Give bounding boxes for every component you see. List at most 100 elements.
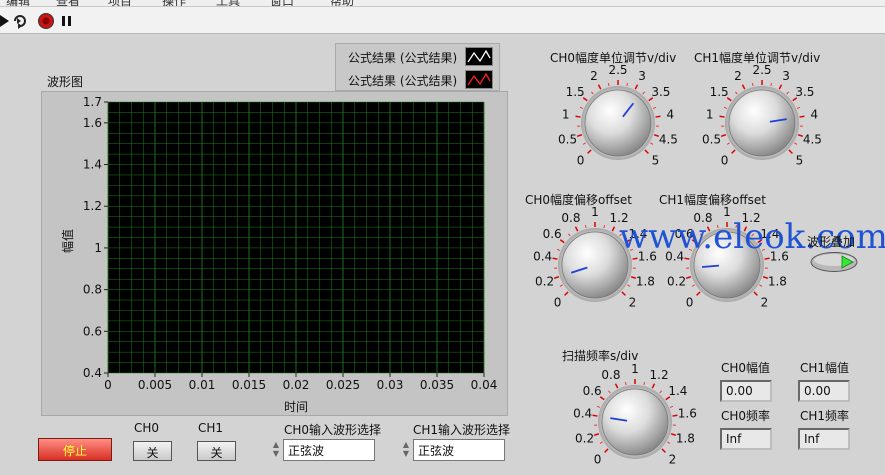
merge-toggle-button[interactable] <box>809 251 859 273</box>
knob-tick-mark <box>574 226 579 232</box>
knob-tick-label: 3.5 <box>795 85 814 99</box>
ch0-wave-select[interactable]: 正弦波 <box>283 439 375 461</box>
knob-tick-mark <box>786 91 790 95</box>
knob-tick-mark <box>593 433 600 437</box>
knob-tick-mark <box>719 115 725 118</box>
ch1-wave-select[interactable]: 正弦波 <box>413 439 505 461</box>
ch1-frequency-label: CH1频率 <box>800 409 850 423</box>
run-continuous-icon[interactable] <box>11 12 29 30</box>
knob-tick-label: 4 <box>811 108 819 122</box>
knob-tick-mark <box>604 448 609 453</box>
ch1-wave-spinner-icon[interactable]: ▲ ▼ <box>401 440 411 458</box>
knob-tick-label: 0 <box>554 295 562 309</box>
menu-item-help[interactable]: 帮助 <box>330 0 354 6</box>
knob-tick-mark <box>597 84 602 90</box>
ch1-switch-label: CH1 <box>198 421 224 435</box>
knob-tick-mark <box>794 142 798 145</box>
ch0-toggle-button[interactable]: 关 <box>133 441 172 461</box>
knob-tick-mark <box>587 149 592 154</box>
knob-tick-label: 2 <box>590 69 598 83</box>
knob-tick-mark <box>652 106 657 109</box>
knob-tick-mark <box>644 149 649 154</box>
ch1-toggle-button[interactable]: 关 <box>197 441 236 461</box>
menu-item-operate[interactable]: 操作 <box>162 0 186 6</box>
ch1-frequency-indicator: Inf <box>798 428 850 450</box>
knob-tick-mark <box>684 257 690 260</box>
knob-tick-label: 0.4 <box>573 407 592 421</box>
knob-tick-mark <box>667 441 671 444</box>
stop-button[interactable]: 停止 <box>38 438 112 461</box>
knob-tick-mark <box>741 84 746 90</box>
menu-item-window[interactable]: 窗口 <box>270 0 294 6</box>
ch0-wave-spinner-icon[interactable]: ▲ ▼ <box>271 440 281 458</box>
waveform-plot[interactable]: 0 0.005 0.01 0.015 0.02 0.025 0.03 0.035 0.04 1.… <box>41 91 508 416</box>
abort-icon[interactable] <box>37 12 55 30</box>
menu-item-project[interactable]: 项目 <box>108 0 132 6</box>
x-tick-label: 0.015 <box>232 378 266 392</box>
knob-tick-mark <box>553 276 560 280</box>
knob-body <box>584 89 652 157</box>
knob-tick-label: 0.6 <box>583 384 602 398</box>
knob-tick-mark <box>632 257 638 260</box>
y-tick-label: 0.8 <box>83 283 102 297</box>
knob-tick-mark <box>627 284 631 287</box>
x-tick-label: 0.025 <box>326 378 360 392</box>
x-tick-label: 0.04 <box>471 378 498 392</box>
y-tick-label: 1.6 <box>83 116 102 130</box>
knob-tick-mark <box>770 83 773 87</box>
knob-tick-label: 2 <box>761 295 769 309</box>
knob-tick-mark <box>691 284 695 287</box>
knob-tick-mark <box>624 382 627 386</box>
knob-tick-mark <box>596 405 601 408</box>
knob-tick-label: 5 <box>796 153 804 167</box>
knob-tick-mark <box>559 284 563 287</box>
knob-tick-label: 3.5 <box>651 85 670 99</box>
knob-tick-mark <box>659 390 663 394</box>
y-axis-ticks: 1.7 1.6 1.4 1.2 1 0.8 0.6 0.4 <box>83 95 108 380</box>
toolbar <box>0 7 885 34</box>
knob-tick-mark <box>582 142 586 145</box>
knob-tick-label: 0.5 <box>702 132 721 146</box>
knob-tick-label: 0.4 <box>533 250 552 264</box>
x-tick-label: 0.005 <box>138 378 172 392</box>
knob-tick-mark <box>611 226 616 232</box>
ch1-amplitude-label: CH1幅值 <box>800 361 850 375</box>
knob-tick-mark <box>685 276 692 280</box>
menu-bar: 编辑 查看 项目 操作 工具 窗口 帮助 <box>0 0 885 7</box>
ch0-switch-label: CH0 <box>134 421 160 435</box>
knob-tick-label: 0.2 <box>535 274 554 288</box>
knob-tick-mark <box>672 414 678 417</box>
menu-item-view[interactable]: 查看 <box>56 0 80 6</box>
knob-body <box>601 388 669 456</box>
graph-title: 波形图 <box>47 75 84 89</box>
plot-legend[interactable]: 公式结果 (公式结果) 公式结果 (公式结果) <box>335 43 500 91</box>
knob-tick-mark <box>592 414 598 417</box>
knob-tick-label: 1.8 <box>636 274 655 288</box>
ch0-frequency-label: CH0频率 <box>721 409 771 423</box>
y-tick-label: 0.6 <box>83 324 102 338</box>
menu-item-tools[interactable]: 工具 <box>216 0 240 6</box>
knob-tick-mark <box>753 291 758 296</box>
knob-tick-mark <box>669 405 674 408</box>
knob-tick-mark <box>567 233 571 237</box>
y-tick-label: 0.4 <box>83 366 102 380</box>
knob-tick-label: 1.8 <box>768 274 787 288</box>
scan-frequency-knob[interactable]: 00.2 0.4 0.6 0.8 1 1.2 1.4 1.6 1.8 2 <box>565 362 705 467</box>
ch1-wave-select-label: CH1输入波形选择 <box>413 423 511 437</box>
legend-swatch-1[interactable] <box>465 47 493 66</box>
knob-tick-label: 2 <box>734 69 742 83</box>
legend-swatch-2[interactable] <box>465 70 493 89</box>
ch0-amplitude-knob[interactable]: 00.5 1 1.5 2 2.5 3 3.5 4 4.5 5 <box>548 63 688 168</box>
pause-icon[interactable] <box>58 12 76 30</box>
knob-tick-label: 3 <box>782 69 790 83</box>
knob-tick-mark <box>778 84 783 90</box>
knob-tick-mark <box>607 390 611 394</box>
legend-item-2: 公式结果 (公式结果) <box>348 74 458 88</box>
x-tick-label: 0.02 <box>283 378 310 392</box>
knob-tick-mark <box>799 115 805 118</box>
ch1-amplitude-knob[interactable]: 00.5 1 1.5 2 2.5 3 3.5 4 4.5 5 <box>692 63 832 168</box>
knob-tick-mark <box>599 441 603 444</box>
knob-tick-mark <box>651 383 656 389</box>
menu-item-edit[interactable]: 编辑 <box>6 0 30 6</box>
knob-tick-mark <box>751 83 754 87</box>
